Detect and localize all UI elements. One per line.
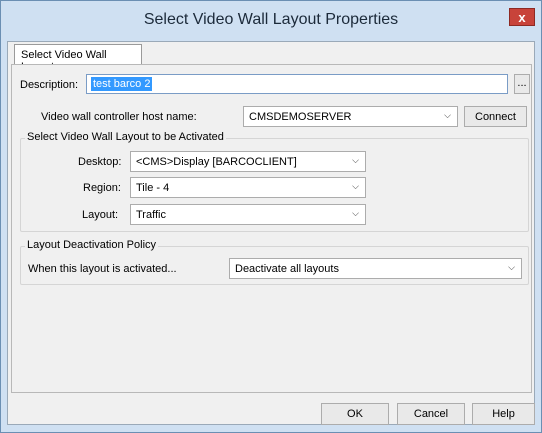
host-name-value: CMSDEMOSERVER bbox=[249, 111, 352, 123]
layout-label: Layout: bbox=[82, 209, 119, 221]
region-value: Tile - 4 bbox=[136, 182, 170, 194]
chevron-down-icon: ⌵ bbox=[508, 262, 515, 272]
host-name-label: Video wall controller host name: bbox=[41, 111, 197, 123]
deactivation-policy-value: Deactivate all layouts bbox=[235, 263, 339, 275]
close-icon: x bbox=[518, 10, 526, 25]
connect-button[interactable]: Connect bbox=[464, 106, 527, 127]
desktop-select[interactable]: <CMS>Display [BARCOCLIENT] ⌵ bbox=[130, 151, 366, 172]
ok-button[interactable]: OK bbox=[321, 403, 389, 425]
activation-group-title: Select Video Wall Layout to be Activated bbox=[25, 131, 226, 143]
layout-value: Traffic bbox=[136, 209, 166, 221]
chevron-down-icon: ⌵ bbox=[352, 208, 359, 218]
help-button[interactable]: Help bbox=[472, 403, 535, 425]
chevron-down-icon: ⌵ bbox=[352, 155, 359, 165]
region-select[interactable]: Tile - 4 ⌵ bbox=[130, 177, 366, 198]
browse-button[interactable]: ... bbox=[514, 74, 530, 94]
deactivation-policy-select[interactable]: Deactivate all layouts ⌵ bbox=[229, 258, 522, 279]
chevron-down-icon: ⌵ bbox=[352, 181, 359, 191]
description-field[interactable]: test barco 2 bbox=[86, 74, 508, 94]
tab-panel: Description: test barco 2 ... Video wall… bbox=[11, 64, 532, 393]
description-value: test barco 2 bbox=[91, 77, 153, 91]
chevron-down-icon: ⌵ bbox=[444, 110, 451, 120]
desktop-value: <CMS>Display [BARCOCLIENT] bbox=[136, 156, 297, 168]
title-bar[interactable]: Select Video Wall Layout Properties x bbox=[1, 1, 541, 41]
tab-select-video-wall-layout[interactable]: Select Video Wall Layout bbox=[14, 44, 142, 73]
dialog-title: Select Video Wall Layout Properties bbox=[143, 11, 399, 28]
desktop-label: Desktop: bbox=[78, 156, 122, 168]
close-button[interactable]: x bbox=[509, 8, 535, 26]
dialog-window: Select Video Wall Layout Properties x Se… bbox=[0, 0, 542, 433]
cancel-button[interactable]: Cancel bbox=[397, 403, 465, 425]
host-name-select[interactable]: CMSDEMOSERVER ⌵ bbox=[243, 106, 458, 127]
deactivation-group-title: Layout Deactivation Policy bbox=[25, 239, 159, 251]
description-label: Description: bbox=[20, 79, 79, 91]
layout-select[interactable]: Traffic ⌵ bbox=[130, 204, 366, 225]
deactivation-label: When this layout is activated... bbox=[28, 263, 177, 275]
region-label: Region: bbox=[83, 182, 121, 194]
